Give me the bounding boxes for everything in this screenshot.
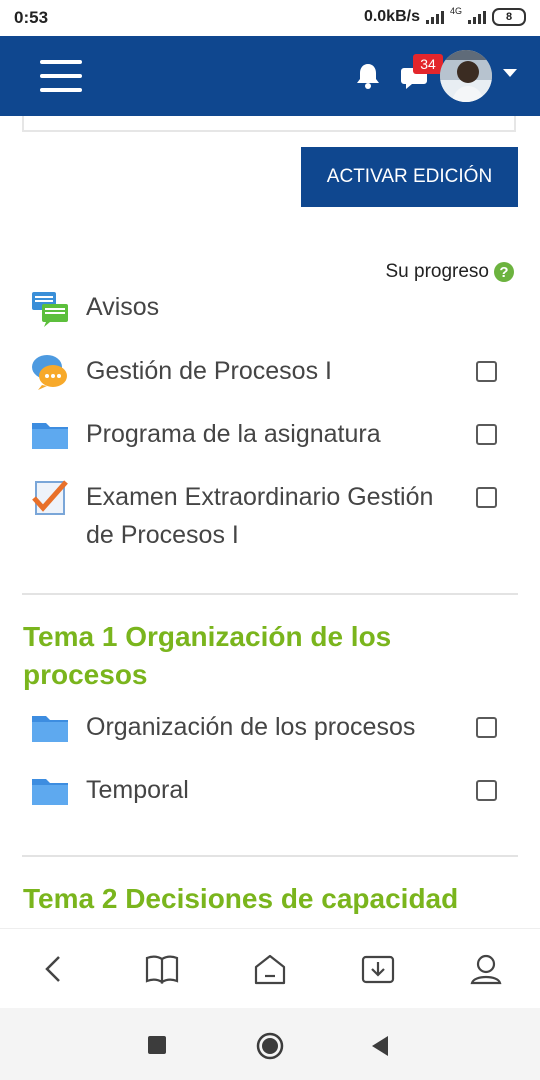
folder-icon: [32, 423, 68, 449]
status-bar: 0:53 0.0kB/s 4G 8: [0, 0, 540, 36]
activity-temporal[interactable]: Temporal: [30, 771, 189, 811]
section-divider: [22, 593, 518, 595]
activity-title[interactable]: Programa de la asignatura: [86, 415, 381, 453]
activity-title[interactable]: Gestión de Procesos I: [86, 352, 332, 390]
activar-edicion-button[interactable]: ACTIVAR EDICIÓN: [301, 147, 518, 207]
activity-examen[interactable]: Examen Extraordinario Gestión de Proceso…: [30, 478, 466, 554]
section-title-tema-2[interactable]: Tema 2 Decisiones de capacidad: [23, 880, 503, 928]
quiz-icon: [32, 480, 68, 515]
status-time: 0:53: [14, 8, 49, 27]
caret-down-icon[interactable]: [503, 69, 517, 79]
bell-icon[interactable]: [352, 60, 384, 92]
battery-icon: 8: [492, 8, 526, 26]
back-icon[interactable]: [34, 949, 74, 989]
completion-checkbox[interactable]: [476, 717, 497, 738]
system-navigation-bar: [0, 1008, 540, 1080]
progress-label: Su progreso: [385, 261, 489, 282]
activity-programa[interactable]: Programa de la asignatura: [30, 415, 381, 455]
status-indicators: 0.0kB/s 4G 8: [363, 6, 526, 26]
activity-title[interactable]: Temporal: [86, 771, 189, 809]
activity-title[interactable]: Avisos: [86, 288, 159, 326]
folder-icon: [32, 716, 68, 742]
browser-toolbar: [0, 928, 540, 1009]
download-icon[interactable]: [358, 949, 398, 989]
activity-title[interactable]: Examen Extraordinario Gestión de Proceso…: [86, 478, 466, 554]
home-circle-icon[interactable]: [256, 1032, 284, 1060]
hamburger-menu-icon[interactable]: [40, 60, 82, 92]
activity-avisos[interactable]: Avisos: [30, 288, 159, 328]
completion-checkbox[interactable]: [476, 361, 497, 382]
activity-gestion-procesos[interactable]: Gestión de Procesos I: [30, 352, 332, 392]
completion-checkbox[interactable]: [476, 780, 497, 801]
section-title-tema-1[interactable]: Tema 1 Organización de los procesos: [23, 618, 503, 694]
back-triangle-icon[interactable]: [370, 1035, 390, 1057]
section-divider: [22, 855, 518, 857]
net-speed: 0.0kB/s: [363, 8, 420, 25]
signal-icon: [425, 10, 444, 24]
completion-checkbox[interactable]: [476, 424, 497, 445]
collapsed-content-box: [22, 116, 516, 132]
progress-indicator: Su progreso ?: [385, 261, 514, 283]
folder-icon: [32, 779, 68, 805]
top-navbar: 34: [0, 36, 540, 116]
profile-icon[interactable]: [466, 949, 506, 989]
forum-icon: [32, 292, 68, 327]
chat-icon: [32, 355, 67, 390]
avatar-image: [440, 50, 492, 102]
recents-icon[interactable]: [148, 1036, 166, 1054]
network-type: 4G: [449, 6, 462, 16]
activity-organizacion[interactable]: Organización de los procesos: [30, 708, 415, 748]
completion-checkbox[interactable]: [476, 487, 497, 508]
message-count-badge: 34: [413, 54, 443, 74]
help-icon[interactable]: ?: [494, 262, 514, 282]
user-avatar[interactable]: [440, 50, 492, 102]
book-icon[interactable]: [142, 949, 182, 989]
activity-title[interactable]: Organización de los procesos: [86, 708, 415, 746]
signal-icon-2: [468, 10, 486, 24]
home-icon[interactable]: [250, 949, 290, 989]
